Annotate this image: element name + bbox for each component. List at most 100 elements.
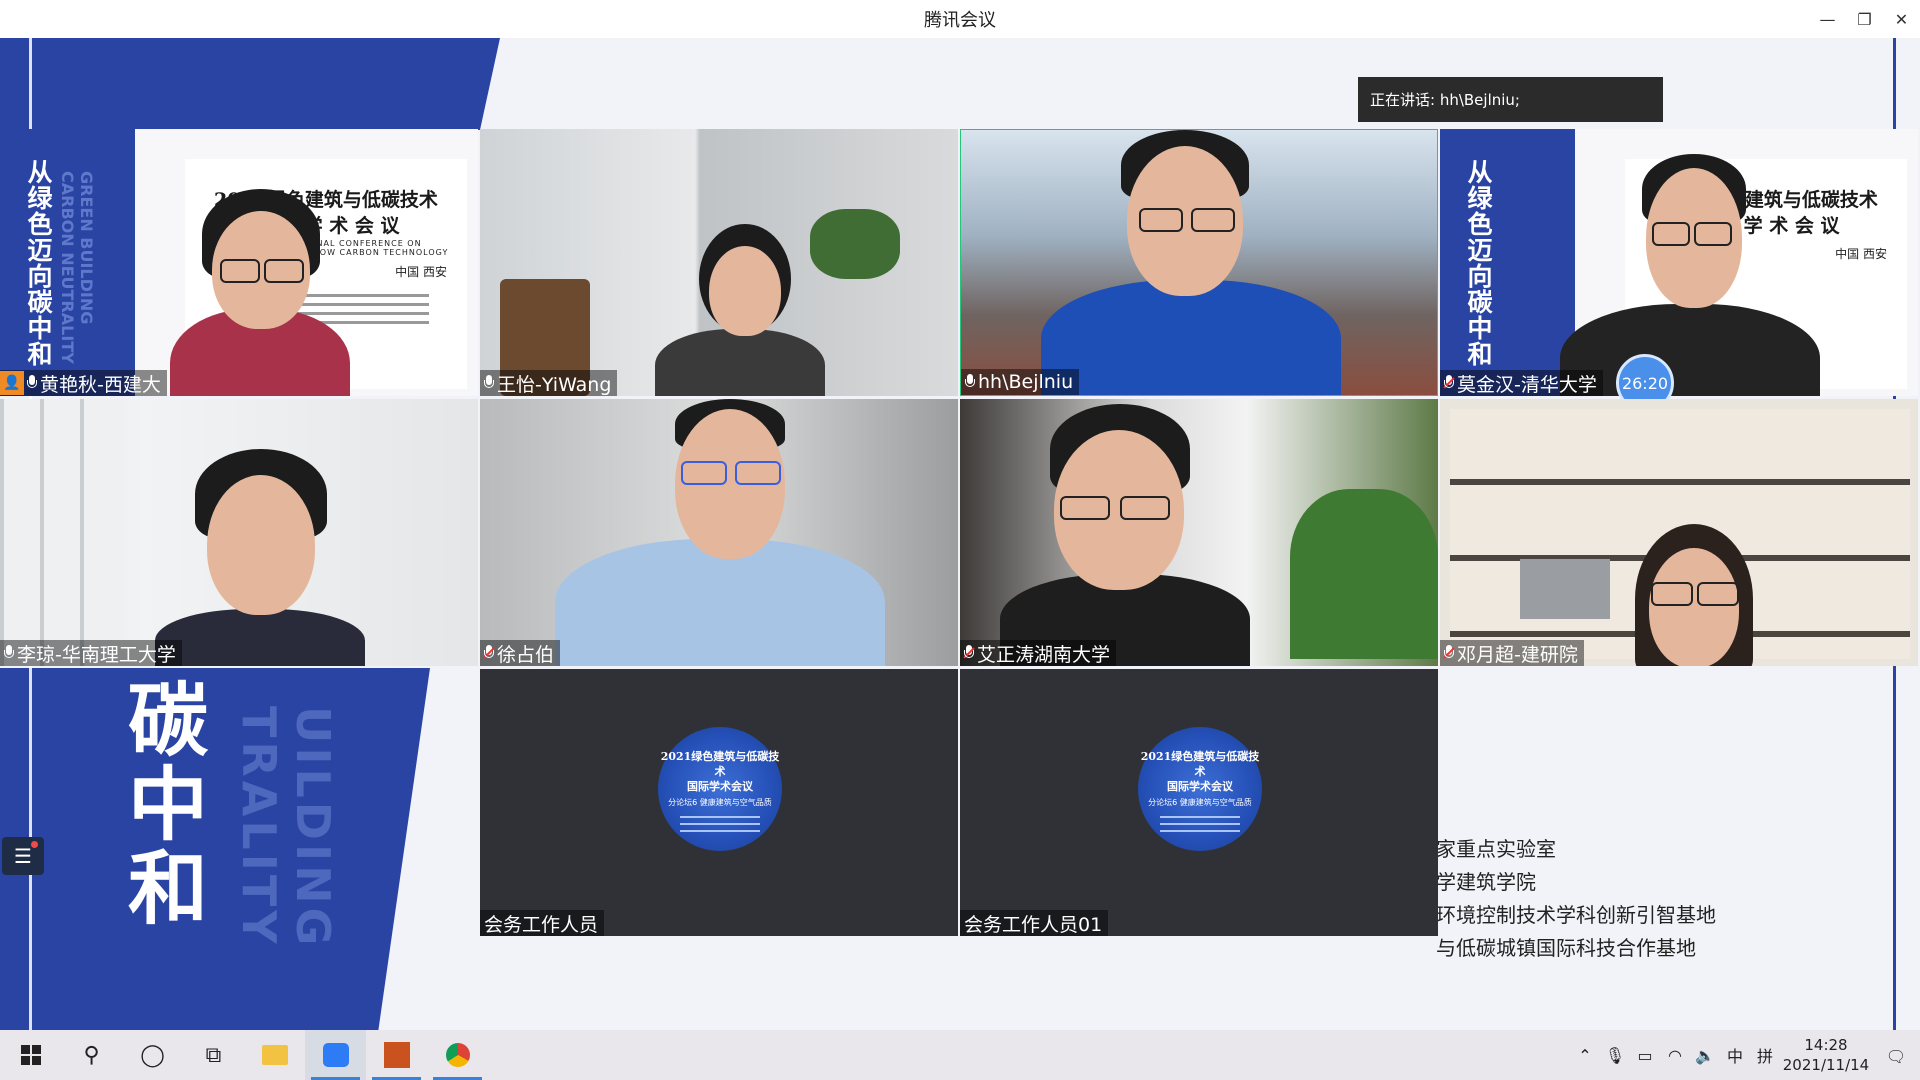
slide-line: 家重点实验室	[1436, 837, 1556, 861]
task-view-button[interactable]: ⧉	[183, 1030, 244, 1080]
participant-name-tag: 徐占伯	[480, 640, 561, 666]
participant-name: 徐占伯	[497, 643, 555, 666]
plant	[1290, 489, 1438, 659]
folder-icon	[261, 1045, 288, 1065]
participant-name-tag: 会务工作人员01	[960, 910, 1109, 936]
cortana-button[interactable]: ◯	[122, 1030, 183, 1080]
video-tile-6[interactable]: 徐占伯	[480, 399, 958, 666]
video-tile-3-active-speaker[interactable]: hh\Bejlniu	[960, 129, 1438, 396]
disc-title-2: 国际学术会议	[1167, 780, 1233, 793]
plant	[810, 209, 900, 279]
microphone-icon[interactable]: 🎙	[1600, 1046, 1630, 1065]
app-icon	[383, 1042, 410, 1068]
microphone-icon	[484, 375, 494, 391]
video-tile-7[interactable]: 艾正涛湖南大学	[960, 399, 1438, 666]
disc-subtitle: 分论坛6 健康建筑与空气品质	[668, 798, 772, 807]
search-icon: ⚲	[83, 1042, 100, 1068]
start-button[interactable]	[0, 1030, 61, 1080]
slide-blue-band-bottom	[0, 668, 430, 1030]
participant-name-tag: 艾正涛湖南大学	[960, 640, 1117, 666]
task-view-icon: ⧉	[205, 1042, 222, 1068]
slide-english-text: UILDING TRALITY	[232, 706, 340, 950]
video-tile-9[interactable]: 2021绿色建筑与低碳技术 国际学术会议 分论坛6 健康建筑与空气品质 会务工作…	[480, 669, 958, 936]
disc-title-1: 2021绿色建筑与低碳技术	[660, 750, 780, 778]
participant-name-tag: 李琼-华南理工大学	[0, 640, 182, 666]
conference-logo-disc: 2021绿色建筑与低碳技术 国际学术会议 分论坛6 健康建筑与空气品质	[1138, 727, 1262, 851]
windows-icon	[20, 1045, 41, 1065]
microphone-muted-icon	[1443, 375, 1455, 391]
participant-name: 黄艳秋-西建大	[40, 373, 161, 396]
window-controls: — ❐ ✕	[1809, 0, 1920, 38]
video-tile-8[interactable]: 邓月超-建研院	[1440, 399, 1918, 666]
conference-logo-disc: 2021绿色建筑与低碳技术 国际学术会议 分论坛6 健康建筑与空气品质	[658, 727, 782, 851]
slide-line: 与低碳城镇国际科技合作基地	[1436, 936, 1696, 960]
clock-date: 2021/11/14	[1782, 1056, 1870, 1074]
wifi-icon[interactable]: ◠	[1660, 1046, 1690, 1065]
video-tile-2[interactable]: 王怡-YiWang	[480, 129, 958, 396]
disc-subtitle: 分论坛6 健康建筑与空气品质	[1148, 798, 1252, 807]
minimize-button[interactable]: —	[1809, 0, 1846, 38]
microphone-icon	[27, 375, 37, 391]
video-tile-5[interactable]: 李琼-华南理工大学	[0, 399, 478, 666]
member-list-button[interactable]: ☰	[2, 837, 44, 875]
participant-name: 邓月超-建研院	[1457, 643, 1578, 666]
video-tile-4[interactable]: 从绿色迈向碳中和 2021绿色建筑与低碳技术 国 际 学 术 会 议 中国 西安…	[1440, 129, 1918, 396]
tencent-meeting-icon	[322, 1043, 349, 1067]
file-explorer-button[interactable]	[244, 1030, 305, 1080]
system-tray: ⌃ 🎙 ▭ ◠ 🔈 中 拼 14:28 2021/11/14 🗨	[1570, 1030, 1920, 1080]
microphone-icon	[4, 645, 14, 661]
poster-vertical-title: 从绿色迈向碳中和	[24, 159, 53, 367]
poster-vertical-title: 从绿色迈向碳中和	[1464, 159, 1493, 367]
microphone-icon	[965, 374, 975, 390]
video-tile-1[interactable]: 从绿色迈向碳中和 GREEN BUILDING CARBON NEUTRALIT…	[0, 129, 478, 396]
chrome-taskbar-button[interactable]	[427, 1030, 488, 1080]
action-center-button[interactable]: 🗨	[1872, 1043, 1920, 1067]
disc-title-2: 国际学术会议	[687, 780, 753, 793]
window-titlebar: 腾讯会议 — ❐ ✕	[0, 0, 1920, 38]
battery-icon[interactable]: ▭	[1630, 1046, 1660, 1065]
video-tile-10[interactable]: 2021绿色建筑与低碳技术 国际学术会议 分论坛6 健康建筑与空气品质 会务工作…	[960, 669, 1438, 936]
clock[interactable]: 14:28 2021/11/14	[1780, 1035, 1872, 1075]
participant-name: 莫金汉-清华大学	[1457, 373, 1597, 396]
participant-name: 会务工作人员	[484, 913, 599, 936]
slide-org-lines: 家重点实验室 学建筑学院 环境控制技术学科创新引智基地 与低碳城镇国际科技合作基…	[1436, 833, 1716, 965]
microphone-muted-icon	[963, 645, 975, 661]
app-taskbar-button[interactable]	[366, 1030, 427, 1080]
participant-name-tag: 莫金汉-清华大学	[1440, 370, 1603, 396]
microphone-muted-icon	[1443, 645, 1455, 661]
host-icon: 👤	[0, 371, 24, 395]
participant-name-tag: 会务工作人员	[480, 910, 605, 936]
participant-name: 李琼-华南理工大学	[17, 643, 176, 666]
participant-name: hh\Bejlniu	[978, 371, 1074, 393]
restore-button[interactable]: ❐	[1846, 0, 1883, 38]
disc-title-1: 2021绿色建筑与低碳技术	[1140, 750, 1260, 778]
poster-vertical-en: GREEN BUILDING CARBON NEUTRALITY	[58, 171, 96, 364]
window-blinds	[0, 399, 110, 666]
search-button[interactable]: ⚲	[61, 1030, 122, 1080]
slide-line: 学建筑学院	[1436, 870, 1536, 894]
notification-dot	[31, 841, 38, 848]
participant-name: 会务工作人员01	[964, 913, 1103, 936]
volume-icon[interactable]: 🔈	[1690, 1046, 1720, 1065]
slide-line: 环境控制技术学科创新引智基地	[1436, 903, 1716, 927]
tencent-meeting-taskbar-button[interactable]	[305, 1030, 366, 1080]
window-title: 腾讯会议	[924, 10, 996, 31]
microphone-muted-icon	[483, 645, 495, 661]
show-hidden-icons-chevron-up-icon[interactable]: ⌃	[1570, 1046, 1600, 1065]
slide-big-text: 碳中和	[115, 678, 209, 930]
cortana-icon: ◯	[140, 1042, 165, 1068]
list-icon: ☰	[14, 844, 32, 868]
close-button[interactable]: ✕	[1883, 0, 1920, 38]
ime-mode[interactable]: 拼	[1750, 1043, 1780, 1067]
ime-language[interactable]: 中	[1720, 1043, 1750, 1067]
slide-blue-band-top	[0, 38, 500, 130]
chrome-icon	[445, 1043, 470, 1067]
speaking-banner: 正在讲话: hh\Bejlniu;	[1358, 77, 1663, 122]
participant-name-tag: 邓月超-建研院	[1440, 640, 1584, 666]
participant-name-tag: 王怡-YiWang	[480, 370, 618, 396]
clock-time: 14:28	[1804, 1036, 1848, 1054]
computer-monitor	[1520, 559, 1610, 619]
participant-name-tag: hh\Bejlniu	[961, 369, 1080, 395]
participant-name-tag: 👤 黄艳秋-西建大	[0, 370, 167, 396]
participant-name: 艾正涛湖南大学	[977, 643, 1111, 666]
